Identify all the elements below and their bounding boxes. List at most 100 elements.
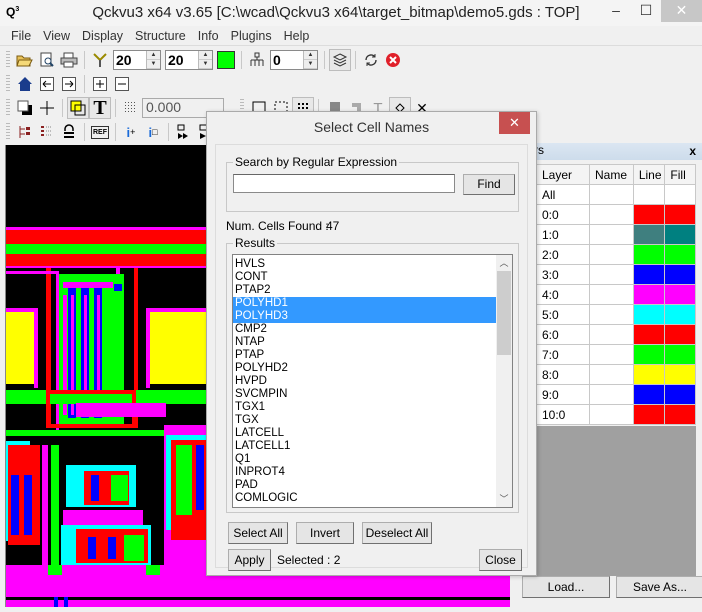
layer-line-color-swatch[interactable] xyxy=(632,344,666,365)
menu-display[interactable]: Display xyxy=(76,27,129,45)
layer-line-color-swatch[interactable] xyxy=(632,324,666,345)
open-file-icon[interactable] xyxy=(14,49,36,71)
result-item[interactable]: POLYHD1 xyxy=(233,297,498,310)
layer-name[interactable] xyxy=(589,224,634,245)
grid-dots-icon[interactable] xyxy=(120,97,142,119)
result-item[interactable]: PTAP2 xyxy=(233,284,498,297)
scroll-down-icon[interactable]: ﹀ xyxy=(496,491,512,507)
layers-icon[interactable] xyxy=(329,49,351,71)
menu-help[interactable]: Help xyxy=(278,27,316,45)
layer-name[interactable] xyxy=(589,204,634,225)
pan-left-icon[interactable] xyxy=(36,73,58,95)
result-item[interactable]: PAD xyxy=(233,479,498,492)
layer-row[interactable]: 10:0 xyxy=(536,404,696,425)
text-icon[interactable]: T xyxy=(89,97,111,119)
close-button[interactable]: Close xyxy=(479,549,522,571)
pan-right-icon[interactable] xyxy=(58,73,80,95)
result-item[interactable]: HVLS xyxy=(233,258,498,271)
result-item[interactable]: NTAP xyxy=(233,336,498,349)
layer-row[interactable]: All xyxy=(536,184,696,205)
layer-name[interactable] xyxy=(589,264,634,285)
hierarchy-level-value[interactable]: 0 xyxy=(271,52,303,68)
stepper-down[interactable]: ▼ xyxy=(199,60,212,69)
min-size-stepper[interactable]: 20 ▲ ▼ xyxy=(113,50,161,70)
layer-row[interactable]: 4:0 xyxy=(536,284,696,305)
layer-fill-color-swatch[interactable] xyxy=(664,224,696,245)
layer-line-color-swatch[interactable] xyxy=(632,264,666,285)
menu-file[interactable]: File xyxy=(5,27,37,45)
toolbar-grip[interactable] xyxy=(6,51,10,69)
toolbar-grip[interactable] xyxy=(6,123,10,141)
result-item[interactable]: PTAP xyxy=(233,349,498,362)
layer-fill-color-swatch[interactable] xyxy=(664,304,696,325)
layer-fill-color-swatch[interactable] xyxy=(664,204,696,225)
layer-name[interactable] xyxy=(589,384,634,405)
result-item[interactable]: POLYHD3 xyxy=(233,310,498,323)
result-item[interactable]: Q1 xyxy=(233,453,498,466)
select-all-button[interactable]: Select All xyxy=(228,522,288,544)
result-item[interactable]: POLYHD2 xyxy=(233,362,498,375)
layer-fill-color-swatch[interactable] xyxy=(664,384,696,405)
result-item[interactable]: TGX xyxy=(233,414,498,427)
step-forward-icon[interactable] xyxy=(173,121,195,143)
layer-row[interactable]: 5:0 xyxy=(536,304,696,325)
layer-row[interactable]: 9:0 xyxy=(536,384,696,405)
layer-name[interactable] xyxy=(589,404,634,425)
layer-name[interactable] xyxy=(589,244,634,265)
results-listbox[interactable]: HVLS CONT PTAP2 POLYHD1 POLYHD3 CMP2 NTAP PTAP P… xyxy=(232,254,513,508)
layer-name[interactable] xyxy=(589,364,634,385)
filter-icon[interactable] xyxy=(89,49,111,71)
color-swatch-button[interactable] xyxy=(215,49,237,71)
maximize-button[interactable]: ☐ xyxy=(631,0,661,22)
column-header-name[interactable]: Name xyxy=(589,164,634,185)
layer-row[interactable]: 0:0 xyxy=(536,204,696,225)
result-item[interactable]: CMP2 xyxy=(233,323,498,336)
result-item[interactable]: SVCMPIN xyxy=(233,388,498,401)
lock-icon[interactable] xyxy=(58,121,80,143)
stepper-up[interactable]: ▲ xyxy=(199,51,212,60)
home-icon[interactable] xyxy=(14,73,36,95)
scroll-up-icon[interactable]: ︿ xyxy=(496,255,512,271)
layer-fill-color-swatch[interactable] xyxy=(664,264,696,285)
min-size-value[interactable]: 20 xyxy=(114,52,146,68)
ref-icon[interactable]: REF xyxy=(89,121,111,143)
result-item[interactable]: COMLOGIC xyxy=(233,492,498,505)
invert-button[interactable]: Invert xyxy=(296,522,354,544)
zoom-in-icon[interactable] xyxy=(89,73,111,95)
column-header-layer[interactable]: Layer xyxy=(536,164,590,185)
regex-search-input[interactable] xyxy=(233,174,455,193)
column-header-line[interactable]: Line xyxy=(632,164,666,185)
results-scrollbar[interactable]: ︿ ﹀ xyxy=(496,255,512,507)
menu-structure[interactable]: Structure xyxy=(129,27,192,45)
stepper-down[interactable]: ▼ xyxy=(304,60,317,69)
layer-row[interactable]: 1:0 xyxy=(536,224,696,245)
stepper-up[interactable]: ▲ xyxy=(304,51,317,60)
menu-info[interactable]: Info xyxy=(192,27,225,45)
apply-button[interactable]: Apply xyxy=(228,549,271,571)
layer-name[interactable] xyxy=(589,304,634,325)
layer-fill-color-swatch[interactable] xyxy=(664,404,696,425)
print-icon[interactable] xyxy=(58,49,80,71)
info-box-icon[interactable]: i □ xyxy=(142,121,164,143)
result-item[interactable]: LATCELL1 xyxy=(233,440,498,453)
load-button[interactable]: Load... xyxy=(522,576,610,598)
menu-view[interactable]: View xyxy=(37,27,76,45)
layer-row[interactable]: 6:0 xyxy=(536,324,696,345)
save-as-button[interactable]: Save As... xyxy=(616,576,702,598)
layer-line-color-swatch[interactable] xyxy=(632,364,666,385)
layer-fill-color-swatch[interactable] xyxy=(664,364,696,385)
fill-mode-icon[interactable] xyxy=(67,97,89,119)
background-color-icon[interactable] xyxy=(14,97,36,119)
result-item[interactable]: INPROT4 xyxy=(233,466,498,479)
layer-line-color-swatch[interactable] xyxy=(632,304,666,325)
hierarchy-level-stepper[interactable]: 0 ▲ ▼ xyxy=(270,50,318,70)
toolbar-grip[interactable] xyxy=(6,99,10,117)
layer-row[interactable]: 2:0 xyxy=(536,244,696,265)
list-view-icon[interactable] xyxy=(36,121,58,143)
deselect-all-button[interactable]: Deselect All xyxy=(362,522,432,544)
layer-name[interactable] xyxy=(589,344,634,365)
menu-plugins[interactable]: Plugins xyxy=(225,27,278,45)
result-item[interactable]: CONT xyxy=(233,271,498,284)
layer-row[interactable]: 8:0 xyxy=(536,364,696,385)
layer-fill-color-swatch[interactable] xyxy=(664,344,696,365)
